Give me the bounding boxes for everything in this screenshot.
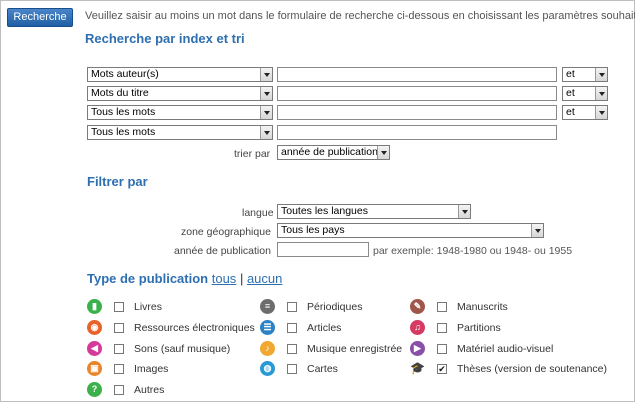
article-icon: ☰ <box>260 320 275 335</box>
field-select-3-value: Tous les mots <box>91 106 156 118</box>
chevron-down-icon <box>595 87 607 100</box>
language-select[interactable]: Toutes les langues <box>277 204 471 219</box>
publication-type-checkbox[interactable] <box>114 302 124 312</box>
publication-type-checkbox[interactable] <box>287 302 297 312</box>
publication-type-checkbox[interactable] <box>287 323 297 333</box>
page-frame: Recherche Veuillez saisir au moins un mo… <box>0 0 635 402</box>
year-hint: par exemple: 1948-1980 ou 1948- ou 1955 <box>373 245 573 257</box>
operator-select-2-value: et <box>566 87 575 99</box>
publication-type-label: Autres <box>134 384 165 396</box>
publication-type-label: Cartes <box>307 363 338 375</box>
sort-select[interactable]: année de publication <box>277 145 390 160</box>
publication-type-checkbox[interactable] <box>114 364 124 374</box>
field-select-3[interactable]: Tous les mots <box>87 105 273 120</box>
field-select-4[interactable]: Tous les mots <box>87 125 273 140</box>
language-select-value: Toutes les langues <box>281 205 368 217</box>
chevron-down-icon <box>595 68 607 81</box>
year-input[interactable] <box>277 242 369 257</box>
book-icon: ▮ <box>87 299 102 314</box>
publication-type-label: Manuscrits <box>457 301 508 313</box>
operator-select-3-value: et <box>566 106 575 118</box>
chevron-down-icon <box>260 68 272 81</box>
select-none-link[interactable]: aucun <box>247 271 282 286</box>
language-label: langue <box>242 207 274 219</box>
publication-type-label: Ressources électroniques <box>134 322 255 334</box>
publication-type-checkbox[interactable] <box>114 344 124 354</box>
filter-section-title: Filtrer par <box>87 174 148 189</box>
chevron-down-icon <box>260 126 272 139</box>
search-input-3[interactable] <box>277 105 557 120</box>
search-input-1[interactable] <box>277 67 557 82</box>
chevron-down-icon <box>260 87 272 100</box>
operator-select-1-value: et <box>566 68 575 80</box>
publication-type-checkbox[interactable] <box>287 344 297 354</box>
publication-type-label: Matériel audio-visuel <box>457 343 554 355</box>
audiovisual-icon: ▶ <box>410 341 425 356</box>
other-icon: ? <box>87 382 102 397</box>
chevron-down-icon <box>595 106 607 119</box>
publication-type-checkbox[interactable]: ✔ <box>437 364 447 374</box>
publication-type-checkbox[interactable] <box>287 364 297 374</box>
operator-select-2[interactable]: et <box>562 86 608 101</box>
index-section-title: Recherche par index et tri <box>85 31 245 46</box>
chevron-down-icon <box>531 224 543 237</box>
recorded-music-icon: ♪ <box>260 341 275 356</box>
publication-type-label: Musique enregistrée <box>307 343 403 355</box>
chevron-down-icon <box>458 205 470 218</box>
search-button[interactable]: Recherche <box>7 8 73 27</box>
zone-select[interactable]: Tous les pays <box>277 223 544 238</box>
operator-select-1[interactable]: et <box>562 67 608 82</box>
sort-select-value: année de publication <box>281 146 378 158</box>
thesis-icon: 🎓 <box>410 361 425 375</box>
publication-section-title: Type de publication tous | aucun <box>87 271 282 286</box>
publication-type-checkbox[interactable] <box>437 344 447 354</box>
publication-type-checkbox[interactable] <box>114 385 124 395</box>
search-input-2[interactable] <box>277 86 557 101</box>
field-select-1[interactable]: Mots auteur(s) <box>87 67 273 82</box>
score-icon: ♫ <box>410 320 425 335</box>
select-all-link[interactable]: tous <box>212 271 237 286</box>
chevron-down-icon <box>377 146 389 159</box>
publication-type-label: Images <box>134 363 169 375</box>
publication-type-label: Livres <box>134 301 163 313</box>
image-icon: ▣ <box>87 361 102 376</box>
year-label: année de publication <box>174 245 271 257</box>
electronic-resource-icon: ◉ <box>87 320 102 335</box>
intro-text: Veuillez saisir au moins un mot dans le … <box>85 10 635 22</box>
zone-select-value: Tous les pays <box>281 224 345 236</box>
field-select-2-value: Mots du titre <box>91 87 149 99</box>
publication-type-label: Articles <box>307 322 342 334</box>
publication-type-checkbox[interactable] <box>437 302 447 312</box>
map-icon: ◍ <box>260 361 275 376</box>
operator-select-3[interactable]: et <box>562 105 608 120</box>
publication-type-label: Sons (sauf musique) <box>134 343 231 355</box>
publication-type-checkbox[interactable] <box>114 323 124 333</box>
manuscript-icon: ✎ <box>410 299 425 314</box>
publication-title-text: Type de publication <box>87 271 209 286</box>
publication-type-checkbox[interactable] <box>437 323 447 333</box>
field-select-1-value: Mots auteur(s) <box>91 68 159 80</box>
publication-type-label: Thèses (version de soutenance) <box>457 363 607 375</box>
field-select-2[interactable]: Mots du titre <box>87 86 273 101</box>
publication-type-label: Partitions <box>457 322 501 334</box>
field-select-4-value: Tous les mots <box>91 126 156 138</box>
publication-type-label: Périodiques <box>307 301 363 313</box>
chevron-down-icon <box>260 106 272 119</box>
periodical-icon: ≡ <box>260 299 275 314</box>
search-input-4[interactable] <box>277 125 557 140</box>
sort-label: trier par <box>234 148 271 160</box>
link-separator: | <box>239 271 244 286</box>
zone-label: zone géographique <box>181 226 271 238</box>
sound-icon: ◀ <box>87 341 102 356</box>
